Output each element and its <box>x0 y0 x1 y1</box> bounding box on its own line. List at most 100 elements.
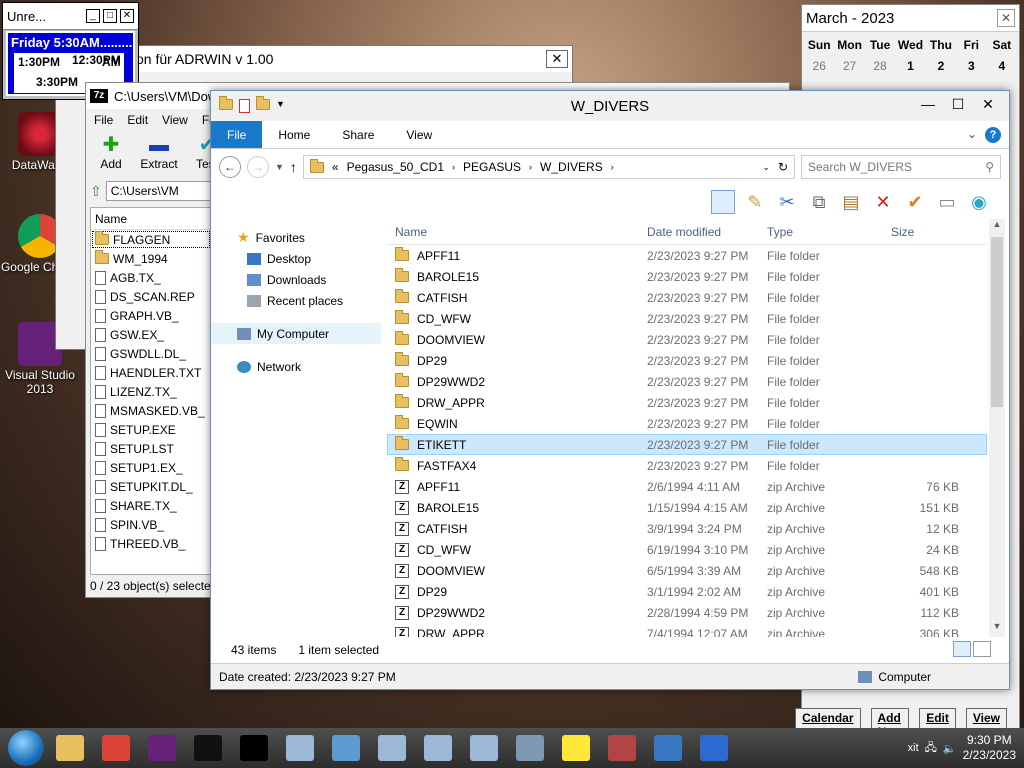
calendar-day[interactable]: 1 <box>895 54 925 78</box>
taskbar-clock[interactable]: 9:30 PM 2/23/2023 <box>963 733 1016 763</box>
maximize-icon[interactable]: □ <box>103 9 117 23</box>
calendar-day[interactable]: 3 <box>956 54 986 78</box>
volume-icon[interactable]: 🔈 <box>943 742 957 755</box>
list-item[interactable]: FLAGGEN <box>91 230 211 249</box>
taskbar-explorer[interactable] <box>50 730 90 766</box>
extract-button[interactable]: ▬ Extract <box>140 133 178 177</box>
list-item[interactable]: GSW.EX_ <box>91 325 211 344</box>
nav-recent-places[interactable]: Recent places <box>211 290 381 311</box>
scroll-down-arrow[interactable]: ▼ <box>989 621 1005 637</box>
taskbar-network-tool[interactable] <box>694 730 734 766</box>
table-row[interactable]: EQWIN 2/23/2023 9:27 PM File folder <box>387 413 987 434</box>
table-row[interactable]: FASTFAX4 2/23/2023 9:27 PM File folder <box>387 455 987 476</box>
add-button[interactable]: ✚ Add <box>92 133 130 177</box>
list-item[interactable]: SETUP.EXE <box>91 420 211 439</box>
refresh-icon[interactable]: ↻ <box>778 160 788 174</box>
tab-home[interactable]: Home <box>262 121 326 148</box>
nav-desktop[interactable]: Desktop <box>211 248 381 269</box>
column-header-name[interactable]: Name <box>387 225 647 239</box>
vertical-scrollbar[interactable]: ▲ ▼ <box>989 219 1005 637</box>
taskbar-app-window-3[interactable] <box>372 730 412 766</box>
taskbar-chart-tool[interactable] <box>602 730 642 766</box>
list-item[interactable]: SPIN.VB_ <box>91 515 211 534</box>
taskbar-chrome[interactable] <box>96 730 136 766</box>
preview-pane-icon[interactable] <box>711 190 735 214</box>
taskbar-globe-tool[interactable] <box>648 730 688 766</box>
column-header-date[interactable]: Date modified <box>647 225 767 239</box>
table-row[interactable]: Z DRW_APPR 7/4/1994 12:07 AM zip Archive 306… <box>387 623 987 637</box>
table-row[interactable]: ETIKETT 2/23/2023 9:27 PM File folder <box>387 434 987 455</box>
start-button[interactable] <box>8 730 44 766</box>
table-row[interactable]: DP29 2/23/2023 9:27 PM File folder <box>387 350 987 371</box>
breadcrumb-item[interactable]: Pegasus_50_CD1 <box>347 160 444 174</box>
shell-icon[interactable]: ◉ <box>967 190 991 214</box>
table-row[interactable]: APFF11 2/23/2023 9:27 PM File folder <box>387 245 987 266</box>
list-item[interactable]: SETUPKIT.DL_ <box>91 477 211 496</box>
expand-ribbon-icon[interactable]: ⌄ <box>967 127 977 148</box>
table-row[interactable]: Z DP29WWD2 2/28/1994 4:59 PM zip Archive 112… <box>387 602 987 623</box>
list-item[interactable]: THREED.VB_ <box>91 534 211 553</box>
taskbar-notepad[interactable] <box>556 730 596 766</box>
taskbar-monitor[interactable] <box>510 730 550 766</box>
column-header-name[interactable]: Name <box>91 208 211 230</box>
taskbar-app-window-2[interactable] <box>326 730 366 766</box>
calendar-day[interactable]: 4 <box>987 54 1017 78</box>
list-item[interactable]: HAENDLER.TXT <box>91 363 211 382</box>
calendar-day[interactable]: 2 <box>926 54 956 78</box>
delete-icon[interactable]: ✕ <box>871 190 895 214</box>
details-view-icon[interactable] <box>953 641 971 657</box>
breadcrumb-item[interactable]: PEGASUS <box>463 160 521 174</box>
list-item[interactable]: DS_SCAN.REP <box>91 287 211 306</box>
table-row[interactable]: DOOMVIEW 2/23/2023 9:27 PM File folder <box>387 329 987 350</box>
list-item[interactable]: MSMASKED.VB_ <box>91 401 211 420</box>
forward-button[interactable]: → <box>247 156 269 178</box>
scroll-thumb[interactable] <box>991 237 1003 407</box>
breadcrumb-item[interactable]: W_DIVERS <box>540 160 603 174</box>
address-bar[interactable]: « Pegasus_50_CD1 › PEGASUS › W_DIVERS › … <box>302 155 795 179</box>
tab-share[interactable]: Share <box>326 121 390 148</box>
list-item[interactable]: WM_1994 <box>91 249 211 268</box>
checkmark-icon[interactable]: ✔ <box>903 190 927 214</box>
paste-icon[interactable]: ▤ <box>839 190 863 214</box>
minimize-button[interactable]: — <box>913 93 943 115</box>
tray-exit-label[interactable]: xit <box>908 742 919 754</box>
taskbar-cmd[interactable] <box>234 730 274 766</box>
menu-file[interactable]: File <box>94 113 113 131</box>
menu-edit[interactable]: Edit <box>127 113 148 131</box>
table-row[interactable]: DP29WWD2 2/23/2023 9:27 PM File folder <box>387 371 987 392</box>
close-button[interactable]: ✕ <box>973 93 1003 115</box>
table-row[interactable]: CATFISH 2/23/2023 9:27 PM File folder <box>387 287 987 308</box>
calendar-day[interactable]: 28 <box>865 54 895 78</box>
up-folder-icon[interactable]: ⇧ <box>90 183 102 200</box>
taskbar-app-window-4[interactable] <box>418 730 458 766</box>
tab-file[interactable]: File <box>211 121 263 148</box>
minimize-icon[interactable]: _ <box>86 9 100 23</box>
calendar-close-button[interactable]: ✕ <box>997 9 1015 27</box>
close-icon[interactable]: ✕ <box>120 9 134 23</box>
table-row[interactable]: Z CD_WFW 6/19/1994 3:10 PM zip Archive 24 KB <box>387 539 987 560</box>
cut-icon[interactable]: ✂ <box>775 190 799 214</box>
table-row[interactable]: Z APFF11 2/6/1994 4:11 AM zip Archive 76 KB <box>387 476 987 497</box>
nav-favorites[interactable]: ★ Favorites <box>211 227 381 248</box>
scroll-up-arrow[interactable]: ▲ <box>989 219 1005 235</box>
up-button[interactable]: ↑ <box>290 159 297 175</box>
taskbar-visual-studio[interactable] <box>142 730 182 766</box>
calendar-day[interactable]: 27 <box>834 54 864 78</box>
table-row[interactable]: DRW_APPR 2/23/2023 9:27 PM File folder <box>387 392 987 413</box>
list-item[interactable]: LIZENZ.TX_ <box>91 382 211 401</box>
list-item[interactable]: GRAPH.VB_ <box>91 306 211 325</box>
list-item[interactable]: SHARE.TX_ <box>91 496 211 515</box>
taskbar-7zip[interactable] <box>188 730 228 766</box>
table-row[interactable]: Z DOOMVIEW 6/5/1994 3:39 AM zip Archive 548 … <box>387 560 987 581</box>
network-icon[interactable]: 🖧 <box>925 739 937 758</box>
nav-network[interactable]: Network <box>211 356 381 377</box>
table-row[interactable]: BAROLE15 2/23/2023 9:27 PM File folder <box>387 266 987 287</box>
table-row[interactable]: Z CATFISH 3/9/1994 3:24 PM zip Archive 12 KB <box>387 518 987 539</box>
list-item[interactable]: SETUP.LST <box>91 439 211 458</box>
copy-icon[interactable]: ⧉ <box>807 190 831 214</box>
back-button[interactable]: ← <box>219 156 241 178</box>
table-row[interactable]: Z DP29 3/1/1994 2:02 AM zip Archive 401 KB <box>387 581 987 602</box>
breadcrumb-overflow[interactable]: « <box>332 160 339 174</box>
search-input[interactable]: Search W_DIVERS ⚲ <box>801 155 1001 179</box>
recent-locations-icon[interactable]: ▼ <box>275 162 284 172</box>
